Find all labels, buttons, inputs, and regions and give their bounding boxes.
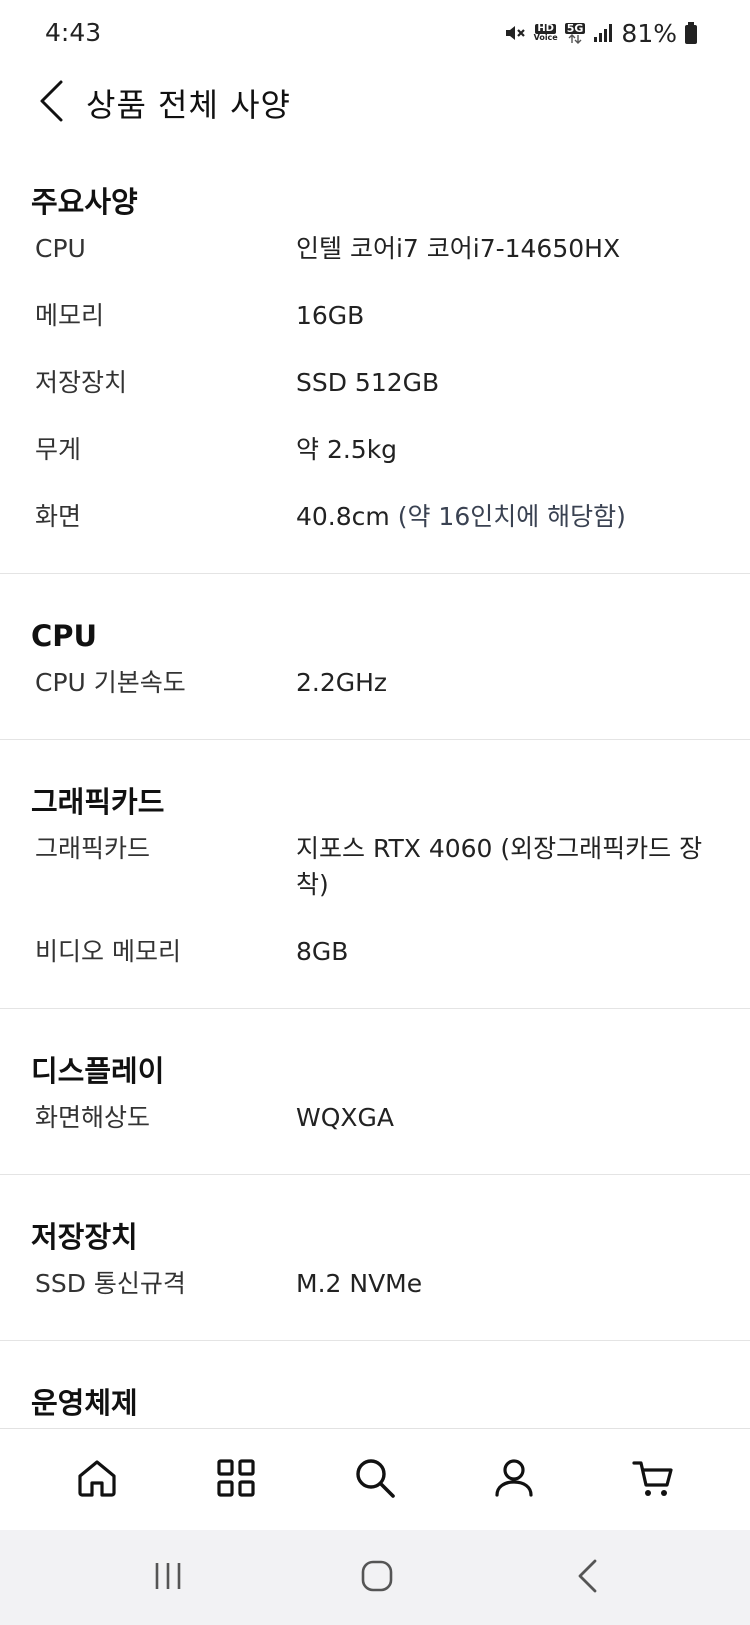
nav-my-page[interactable]: [474, 1440, 554, 1520]
battery-icon: [684, 21, 698, 45]
spec-label: SSD 통신규격: [35, 1269, 186, 1298]
voice-label: Voice: [533, 33, 558, 42]
spec-row: 저장장치 SSD 512GB: [0, 365, 750, 432]
spec-row: 무게 약 2.5kg: [0, 432, 750, 499]
mute-icon: [503, 21, 527, 45]
back-button[interactable]: [26, 70, 76, 136]
spec-value: 40.8cm (약 16인치에 해당함): [296, 499, 706, 535]
recent-apps-button[interactable]: [143, 1558, 193, 1598]
nav-search[interactable]: [335, 1440, 415, 1520]
nav-home[interactable]: [57, 1440, 137, 1520]
spec-list: 주요사양 CPU 인텔 코어i7 코어i7-14650HX 메모리 16GB 저…: [0, 148, 750, 1428]
recent-apps-icon: [152, 1561, 184, 1595]
section-graphics: 그래픽카드 그래픽카드 지포스 RTX 4060 (외장그래픽카드 장착) 비디…: [0, 740, 750, 1009]
section-main-specs: 주요사양 CPU 인텔 코어i7 코어i7-14650HX 메모리 16GB 저…: [0, 148, 750, 574]
spec-row: 그래픽카드 지포스 RTX 4060 (외장그래픽카드 장착): [0, 831, 750, 934]
system-nav-bar: [0, 1530, 750, 1625]
spec-row: 화면 40.8cm (약 16인치에 해당함): [0, 499, 750, 566]
home-circle-icon: [360, 1559, 394, 1597]
spec-label: 비디오 메모리: [35, 937, 181, 966]
spec-value: WQXGA: [296, 1103, 394, 1132]
spec-label: 메모리: [35, 301, 105, 330]
spec-row: 비디오 메모리 8GB: [0, 934, 750, 1001]
spec-row: 메모리 16GB: [0, 298, 750, 365]
spec-label: 화면: [35, 502, 82, 531]
spec-value-note: (약 16인치에 해당함): [397, 502, 626, 531]
spec-row: CPU 기본속도 2.2GHz: [0, 665, 750, 732]
user-icon: [493, 1457, 535, 1503]
spec-value: 2.2GHz: [296, 668, 388, 697]
status-time: 4:43: [45, 18, 102, 47]
section-cpu: CPU CPU 기본속도 2.2GHz: [0, 574, 750, 740]
signal-icon: [592, 22, 614, 44]
section-title: 디스플레이: [31, 1054, 165, 1088]
status-icons: HD Voice 5G 81%: [503, 18, 698, 48]
5g-label: 5G: [564, 21, 586, 35]
bottom-nav: [0, 1428, 750, 1530]
back-icon: [576, 1559, 600, 1597]
category-grid-icon: [215, 1457, 257, 1503]
spec-value: M.2 NVMe: [296, 1269, 423, 1298]
spec-row: SSD 통신규격 M.2 NVMe: [0, 1266, 750, 1333]
hd-voice-icon: HD Voice: [534, 24, 558, 42]
page-title: 상품 전체 사양: [86, 86, 291, 124]
spec-value: SSD 512GB: [296, 368, 440, 397]
nav-cart[interactable]: [613, 1440, 693, 1520]
5g-icon: 5G: [564, 21, 586, 44]
section-title: CPU: [31, 619, 98, 653]
spec-label: CPU: [35, 234, 86, 263]
spec-label: 무게: [35, 435, 82, 464]
battery-percent: 81%: [621, 18, 677, 48]
section-title: 그래픽카드: [31, 785, 165, 819]
home-icon: [76, 1457, 118, 1503]
section-title: 저장장치: [31, 1220, 138, 1254]
spec-row: 화면해상도 WQXGA: [0, 1100, 750, 1167]
chevron-left-icon: [37, 79, 65, 127]
section-display: 디스플레이 화면해상도 WQXGA: [0, 1009, 750, 1175]
section-title: 주요사양: [31, 185, 138, 219]
spec-value: 약 2.5kg: [296, 435, 398, 464]
spec-value: 8GB: [296, 937, 349, 966]
spec-label: 그래픽카드: [35, 834, 151, 863]
spec-value-main: 40.8cm: [296, 502, 390, 531]
page-header: 상품 전체 사양: [0, 62, 750, 144]
section-title: 운영체제: [31, 1386, 138, 1420]
status-bar: 4:43 HD Voice 5G 81%: [0, 0, 750, 62]
spec-label: CPU 기본속도: [35, 668, 186, 697]
system-back-button[interactable]: [563, 1558, 613, 1598]
search-icon: [353, 1456, 397, 1504]
spec-value: 지포스 RTX 4060 (외장그래픽카드 장착): [296, 834, 703, 899]
section-storage: 저장장치 SSD 통신규격 M.2 NVMe: [0, 1175, 750, 1341]
spec-value: 인텔 코어i7 코어i7-14650HX: [296, 234, 621, 263]
spec-label: 저장장치: [35, 368, 128, 397]
section-os: 운영체제: [0, 1341, 750, 1428]
system-home-button[interactable]: [352, 1558, 402, 1598]
cart-icon: [631, 1456, 675, 1504]
spec-label: 화면해상도: [35, 1103, 151, 1132]
spec-row: CPU 인텔 코어i7 코어i7-14650HX: [0, 231, 750, 298]
spec-value: 16GB: [296, 301, 365, 330]
nav-category[interactable]: [196, 1440, 276, 1520]
